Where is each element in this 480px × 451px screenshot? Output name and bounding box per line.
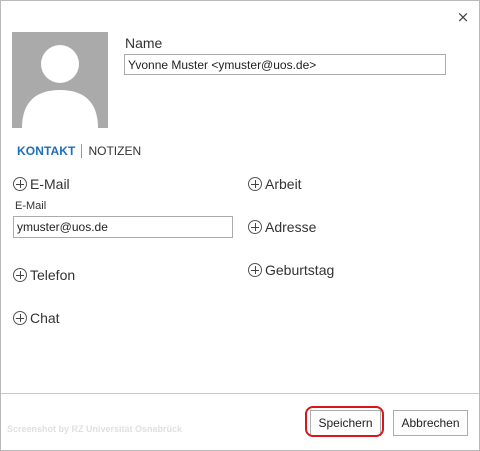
add-chat-label: Chat bbox=[30, 310, 60, 326]
add-phone-label: Telefon bbox=[30, 267, 76, 283]
add-work-button[interactable]: Arbeit bbox=[248, 176, 302, 192]
person-silhouette-icon bbox=[22, 45, 98, 128]
tab-notizen[interactable]: NOTIZEN bbox=[88, 144, 141, 158]
tab-divider bbox=[81, 144, 83, 158]
email-input[interactable] bbox=[13, 216, 233, 238]
contact-dialog: × Name KONTAKT NOTIZEN E-Mail E-Mail Tel… bbox=[0, 0, 480, 451]
add-circle-icon bbox=[13, 311, 27, 325]
add-work-label: Arbeit bbox=[265, 176, 302, 192]
email-field-label: E-Mail bbox=[15, 200, 47, 212]
add-circle-icon bbox=[13, 177, 27, 191]
watermark: Screenshot by RZ Universität Osnabrück bbox=[7, 424, 183, 434]
tab-kontakt[interactable]: KONTAKT bbox=[17, 144, 75, 158]
avatar[interactable] bbox=[12, 32, 108, 128]
add-circle-icon bbox=[248, 177, 262, 191]
cancel-button[interactable]: Abbrechen bbox=[393, 410, 468, 436]
add-email-label: E-Mail bbox=[30, 176, 70, 192]
add-address-button[interactable]: Adresse bbox=[248, 219, 316, 235]
add-email-button[interactable]: E-Mail bbox=[13, 176, 70, 192]
tab-bar: KONTAKT NOTIZEN bbox=[17, 144, 141, 158]
add-phone-button[interactable]: Telefon bbox=[13, 267, 75, 283]
footer-divider bbox=[1, 393, 479, 394]
name-input[interactable] bbox=[124, 54, 446, 75]
add-circle-icon bbox=[13, 268, 27, 282]
add-birthday-label: Geburtstag bbox=[265, 262, 335, 278]
add-circle-icon bbox=[248, 220, 262, 234]
add-birthday-button[interactable]: Geburtstag bbox=[248, 262, 334, 278]
name-label: Name bbox=[125, 35, 163, 51]
save-button[interactable]: Speichern bbox=[310, 410, 381, 436]
add-chat-button[interactable]: Chat bbox=[13, 310, 60, 326]
add-circle-icon bbox=[248, 263, 262, 277]
close-icon[interactable]: × bbox=[455, 9, 471, 25]
add-address-label: Adresse bbox=[265, 219, 317, 235]
